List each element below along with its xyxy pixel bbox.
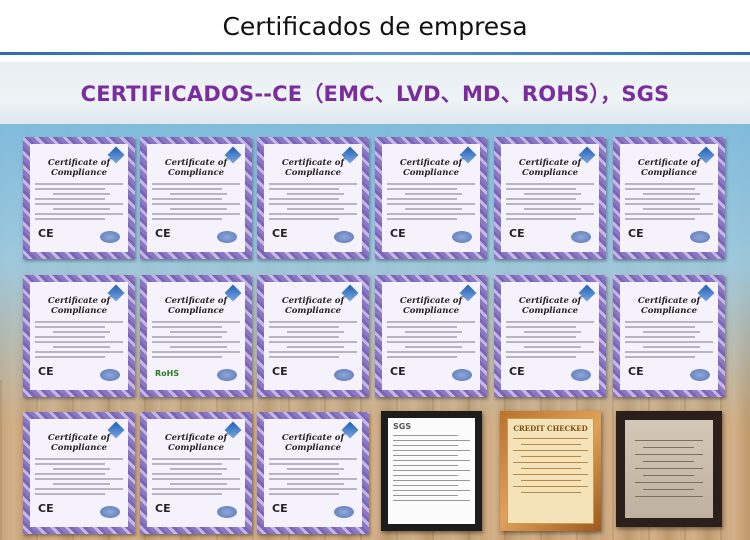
- certificate-heading: Certificate of Compliance: [518, 158, 582, 178]
- certificate-14: Certificate of Compliance CE: [140, 412, 252, 534]
- certificate-heading: Certificate of Compliance: [399, 296, 463, 316]
- ce-mark: CE: [628, 227, 644, 240]
- seal-icon: [571, 231, 591, 243]
- certificate-13: Certificate of Compliance CE: [23, 412, 135, 534]
- seal-icon: [571, 369, 591, 381]
- certificate-heading: Certificate of Compliance: [281, 433, 345, 453]
- certificate-15: Certificate of Compliance CE: [257, 412, 369, 534]
- page-title: Certificados de empresa: [222, 11, 528, 41]
- seal-icon: [100, 231, 120, 243]
- framed-plaque: [616, 411, 722, 527]
- ce-mark: CE: [390, 365, 406, 378]
- sgs-logo: SGS: [393, 422, 412, 431]
- certificate-7: Certificate of Compliance CE: [23, 275, 135, 397]
- certificate-heading: Certificate of Compliance: [518, 296, 582, 316]
- certificate-heading: Certificate of Compliance: [281, 158, 345, 178]
- certificate-heading: Certificate of Compliance: [637, 158, 701, 178]
- ce-mark: CE: [155, 227, 171, 240]
- certificate-heading: Certificate of Compliance: [399, 158, 463, 178]
- certificate-heading: Certificate of Compliance: [164, 158, 228, 178]
- certificate-8: Certificate of Compliance RoHS: [140, 275, 252, 397]
- seal-icon: [100, 369, 120, 381]
- certificate-3: Certificate of Compliance CE: [257, 137, 369, 259]
- ce-mark: CE: [38, 227, 54, 240]
- certificate-1: Certificate of Compliance CE: [23, 137, 135, 259]
- ce-mark: CE: [509, 365, 525, 378]
- ce-mark: CE: [155, 502, 171, 515]
- certificate-2: Certificate of Compliance CE: [140, 137, 252, 259]
- seal-icon: [690, 231, 710, 243]
- certificate-9: Certificate of Compliance CE: [257, 275, 369, 397]
- certificates-banner: CERTIFICADOS--CE（EMC、LVD、MD、ROHS），SGS: [0, 62, 750, 124]
- seal-icon: [217, 506, 237, 518]
- page-header: Certificados de empresa: [0, 0, 750, 52]
- certificate-6: Certificate of Compliance CE: [613, 137, 725, 259]
- rohs-mark: RoHS: [155, 369, 180, 378]
- seal-icon: [217, 231, 237, 243]
- certificate-5: Certificate of Compliance CE: [494, 137, 606, 259]
- certificate-heading: Certificate of Compliance: [47, 158, 111, 178]
- certificate-heading: Certificate of Compliance: [164, 296, 228, 316]
- credit-checked-framed-certificate: CREDIT CHECKED: [500, 411, 601, 531]
- ce-mark: CE: [509, 227, 525, 240]
- seal-icon: [334, 369, 354, 381]
- certificate-heading: Certificate of Compliance: [47, 433, 111, 453]
- seal-icon: [452, 231, 472, 243]
- certificate-heading: Certificate of Compliance: [281, 296, 345, 316]
- ce-mark: CE: [272, 227, 288, 240]
- ce-mark: CE: [272, 502, 288, 515]
- seal-icon: [334, 506, 354, 518]
- sgs-framed-certificate: SGS: [381, 411, 482, 531]
- certificate-heading: Certificate of Compliance: [637, 296, 701, 316]
- seal-icon: [690, 369, 710, 381]
- ce-mark: CE: [38, 365, 54, 378]
- ce-mark: CE: [390, 227, 406, 240]
- ce-mark: CE: [628, 365, 644, 378]
- certificate-4: Certificate of Compliance CE: [375, 137, 487, 259]
- certificate-12: Certificate of Compliance CE: [613, 275, 725, 397]
- certificate-heading: Certificate of Compliance: [47, 296, 111, 316]
- ce-mark: CE: [272, 365, 288, 378]
- certificate-11: Certificate of Compliance CE: [494, 275, 606, 397]
- banner-text: CERTIFICADOS--CE（EMC、LVD、MD、ROHS），SGS: [80, 82, 670, 106]
- certificate-heading: Certificate of Compliance: [164, 433, 228, 453]
- credit-checked-title: CREDIT CHECKED: [513, 424, 588, 433]
- seal-icon: [100, 506, 120, 518]
- certificate-10: Certificate of Compliance CE: [375, 275, 487, 397]
- seal-icon: [452, 369, 472, 381]
- header-divider: [0, 52, 750, 55]
- ce-mark: CE: [38, 502, 54, 515]
- seal-icon: [217, 369, 237, 381]
- seal-icon: [334, 231, 354, 243]
